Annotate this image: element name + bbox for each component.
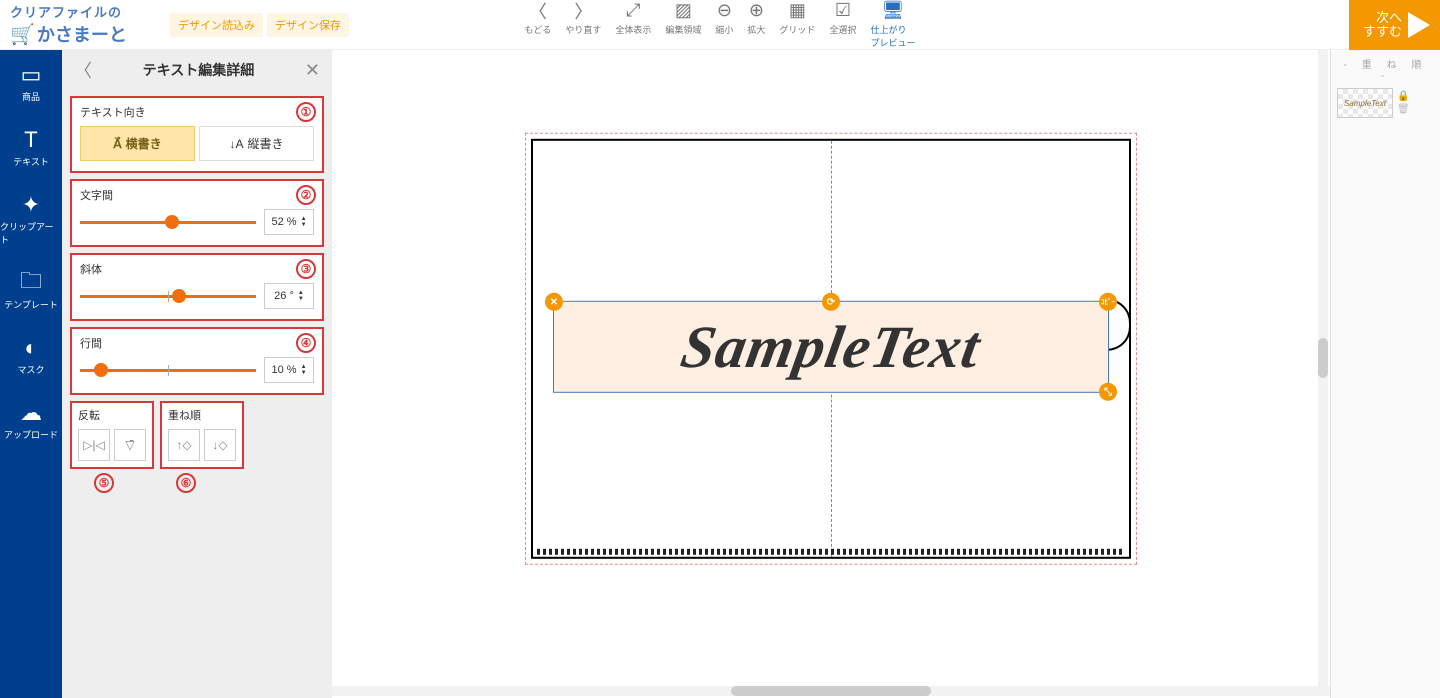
cart-icon: 🛒	[10, 22, 35, 47]
send-backward-button[interactable]: ↓◇	[204, 429, 236, 461]
badge-6: ⑥	[176, 473, 196, 493]
zoomout-button[interactable]: ⊖ 縮小	[715, 1, 733, 49]
spacing-slider[interactable]	[80, 210, 256, 234]
spinner-icon[interactable]: ▲▼	[301, 364, 307, 376]
nav-text[interactable]: T テキスト	[0, 115, 62, 180]
fullview-button[interactable]: ⤢ 全体表示	[615, 1, 651, 49]
layer-up-icon: ↑◇	[176, 438, 191, 452]
folder-icon: 🗀	[20, 270, 42, 296]
expand-icon: ⤢	[626, 1, 640, 21]
header: クリアファイルの 🛒 かさまーと デザイン読込み デザイン保存 〈 もどる 〉 …	[0, 0, 1440, 50]
next-button[interactable]: 次へ すすむ	[1349, 0, 1440, 50]
panel-back-button[interactable]: 〈	[74, 57, 92, 83]
text-object[interactable]: SampleText ✕ ⟳ ｺﾋﾟｰ ⤡	[553, 301, 1109, 393]
spinner-icon[interactable]: ▲▼	[298, 290, 304, 302]
layers-header: - 重 ね 順 -	[1337, 56, 1434, 82]
italic-slider[interactable]	[80, 284, 256, 308]
flip-group: 反転 ▷|◁ ▽̄	[70, 401, 154, 469]
zoom-out-icon: ⊖	[717, 1, 732, 21]
sample-text: SampleText	[546, 302, 1116, 392]
selectall-button[interactable]: ☑ 全選択	[829, 1, 856, 49]
badge-1: ①	[296, 102, 316, 122]
layer-item[interactable]: SampleText 🔒 🗑	[1337, 88, 1434, 118]
chevron-left-icon: 〈	[529, 1, 547, 21]
badge-5: ⑤	[94, 473, 114, 493]
badge-4: ④	[296, 333, 316, 353]
order-group: 重ね順 ↑◇ ↓◇	[160, 401, 244, 469]
nav-mask[interactable]: ◐ マスク	[0, 323, 62, 388]
lock-icon[interactable]: 🔒	[1397, 91, 1410, 102]
nav-upload[interactable]: ☁ アップロード	[0, 388, 62, 453]
canvas-area[interactable]: SampleText ✕ ⟳ ｺﾋﾟｰ ⤡	[332, 50, 1330, 698]
horizontal-icon: A⃗	[113, 137, 121, 151]
flip-h-icon: ▷|◁	[83, 438, 105, 452]
flip-v-icon: ▽̄	[125, 438, 134, 452]
trash-icon[interactable]: 🗑	[1397, 104, 1410, 115]
logo-subtitle: クリアファイルの	[10, 2, 165, 21]
horizontal-scrollbar[interactable]	[332, 686, 1330, 696]
grid-icon: ▦	[789, 1, 806, 21]
play-icon	[1408, 12, 1430, 38]
editarea-button[interactable]: ▨ 編集領域	[665, 1, 701, 49]
spacing-value[interactable]: 52 % ▲▼	[264, 209, 314, 235]
text-icon: T	[24, 127, 37, 153]
vertical-button[interactable]: ↓A 縦書き	[199, 126, 314, 161]
layer-down-icon: ↓◇	[212, 438, 227, 452]
orientation-group: ① テキスト向き A⃗ 横書き ↓A 縦書き	[70, 96, 324, 173]
preview-button[interactable]: 🖥 仕上がり プレビュー	[870, 1, 915, 49]
italic-group: ③ 斜体 26 ° ▲▼	[70, 253, 324, 321]
leading-slider[interactable]	[80, 358, 256, 382]
clearfile-outline: SampleText ✕ ⟳ ｺﾋﾟｰ ⤡	[531, 139, 1131, 559]
left-nav: ▭ 商品 T テキスト ✦ クリップアート 🗀 テンプレート ◐ マスク ☁ ア…	[0, 50, 62, 698]
logo: クリアファイルの 🛒 かさまーと	[0, 2, 165, 47]
undo-button[interactable]: 〈 もどる	[525, 1, 552, 49]
crop-icon: ▨	[675, 1, 692, 21]
side-panel: 〈 テキスト編集詳細 ✕ ① テキスト向き A⃗ 横書き ↓A 縦書き ② 文字…	[62, 50, 332, 698]
panel-close-button[interactable]: ✕	[305, 60, 320, 81]
toolbar: 〈 もどる 〉 やり直す ⤢ 全体表示 ▨ 編集領域 ⊖ 縮小 ⊕ 拡大 ▦ グ…	[525, 1, 916, 49]
italic-value[interactable]: 26 ° ▲▼	[264, 283, 314, 309]
flip-horizontal-button[interactable]: ▷|◁	[78, 429, 110, 461]
monitor-icon: 🖥	[882, 1, 905, 21]
rotate-handle[interactable]: ⟳	[822, 293, 840, 311]
document-icon: ▭	[21, 62, 42, 88]
design-load-button[interactable]: デザイン読込み	[170, 13, 263, 37]
badge-3: ③	[296, 259, 316, 279]
badge-2: ②	[296, 185, 316, 205]
bring-forward-button[interactable]: ↑◇	[168, 429, 200, 461]
panel-title: テキスト編集詳細	[143, 60, 255, 80]
horizontal-button[interactable]: A⃗ 横書き	[80, 126, 195, 161]
resize-handle[interactable]: ⤡	[1099, 383, 1117, 401]
vertical-scrollbar[interactable]	[1318, 50, 1328, 690]
star-icon: ✦	[22, 192, 40, 218]
cloud-upload-icon: ☁	[20, 400, 42, 426]
nav-template[interactable]: 🗀 テンプレート	[0, 258, 62, 323]
logo-main: かさまーと	[37, 21, 127, 47]
chevron-right-icon: 〉	[574, 1, 592, 21]
selectall-icon: ☑	[835, 1, 851, 21]
spacing-group: ② 文字間 52 % ▲▼	[70, 179, 324, 247]
design-save-button[interactable]: デザイン保存	[267, 13, 349, 37]
grid-button[interactable]: ▦ グリッド	[779, 1, 815, 49]
delete-handle[interactable]: ✕	[545, 293, 563, 311]
leading-group: ④ 行間 10 % ▲▼	[70, 327, 324, 395]
nav-product[interactable]: ▭ 商品	[0, 50, 62, 115]
spinner-icon[interactable]: ▲▼	[301, 216, 307, 228]
zoom-in-icon: ⊕	[749, 1, 764, 21]
copy-handle[interactable]: ｺﾋﾟｰ	[1099, 293, 1117, 311]
leading-value[interactable]: 10 % ▲▼	[264, 357, 314, 383]
zoomin-button[interactable]: ⊕ 拡大	[747, 1, 765, 49]
layer-thumbnail: SampleText	[1337, 88, 1393, 118]
layers-panel: - 重 ね 順 - SampleText 🔒 🗑	[1330, 50, 1440, 698]
nav-clipart[interactable]: ✦ クリップアート	[0, 180, 62, 258]
mask-icon: ◐	[24, 335, 37, 361]
flip-vertical-button[interactable]: ▽̄	[114, 429, 146, 461]
perforation	[537, 549, 1125, 555]
redo-button[interactable]: 〉 やり直す	[565, 1, 601, 49]
vertical-icon: ↓A	[229, 137, 243, 151]
